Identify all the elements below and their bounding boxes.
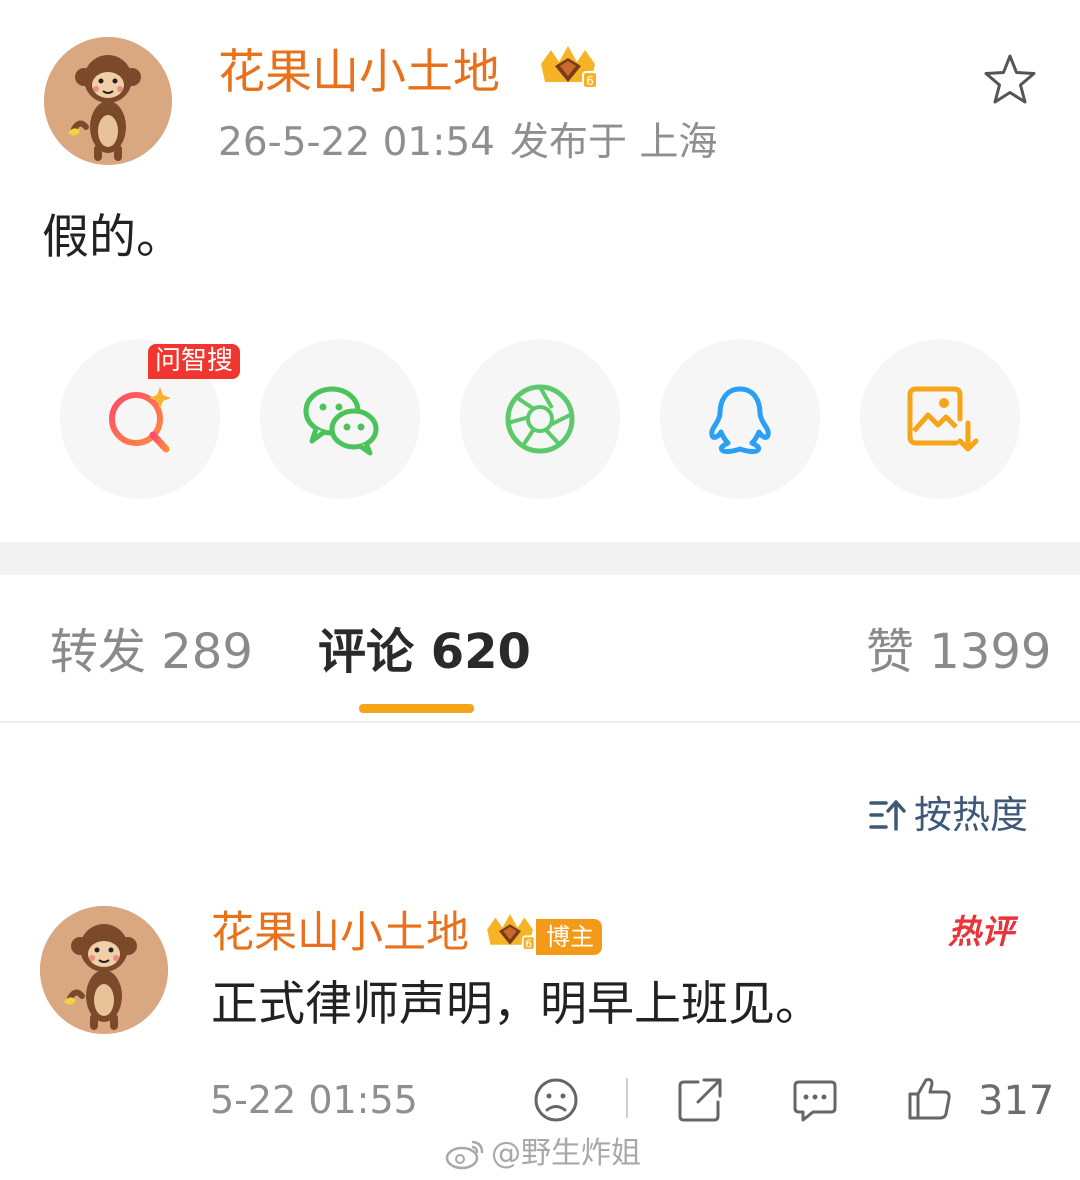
comment-time: 5-22 01:55 xyxy=(210,1078,418,1122)
monkey-avatar-icon xyxy=(44,37,172,165)
watermark: @野生炸姐 xyxy=(445,1138,641,1170)
sort-label: 按热度 xyxy=(914,793,1029,837)
active-tab-underline xyxy=(359,704,474,713)
sort-icon xyxy=(869,800,906,831)
action-separator xyxy=(626,1078,628,1118)
comment-author-avatar[interactable] xyxy=(40,906,168,1034)
monkey-avatar-icon xyxy=(40,906,168,1034)
ai-search-badge: 问智搜 xyxy=(148,344,241,379)
tab-comment[interactable]: 评论 620 xyxy=(318,628,531,676)
tabs-bottom-border xyxy=(0,721,1080,723)
post-location: 发布于 上海 xyxy=(510,120,718,165)
section-divider xyxy=(0,542,1080,575)
post-author-avatar[interactable] xyxy=(44,37,172,165)
comment-like-count: 317 xyxy=(978,1078,1055,1124)
favorite-star-icon[interactable] xyxy=(982,52,1038,108)
comment-author-name[interactable]: 花果山小土地 xyxy=(211,912,469,955)
tab-repost[interactable]: 转发 289 xyxy=(50,628,253,676)
share-save-image-button[interactable] xyxy=(860,339,1020,499)
vip-crown-icon: 6 xyxy=(482,910,538,954)
post-content: 假的。 xyxy=(42,210,183,265)
svg-text:6: 6 xyxy=(586,74,594,88)
post-time: 26-5-22 01:54 xyxy=(218,120,495,165)
wechat-icon xyxy=(303,386,379,456)
qq-icon xyxy=(709,386,771,455)
hot-comment-tag: 热评 xyxy=(948,912,1014,951)
share-qq-button[interactable] xyxy=(660,339,820,499)
reply-comment-icon[interactable] xyxy=(791,1076,839,1124)
save-image-icon xyxy=(907,386,979,452)
comment-content: 正式律师声明，明早上班见。 xyxy=(211,977,822,1032)
like-thumb-icon[interactable] xyxy=(906,1074,954,1122)
vip-crown-icon: 6 xyxy=(535,42,601,92)
watermark-text: @野生炸姐 xyxy=(491,1136,641,1171)
share-icon[interactable] xyxy=(676,1076,724,1124)
tab-like[interactable]: 赞 1399 xyxy=(866,628,1051,676)
share-wechat-button[interactable] xyxy=(260,339,420,499)
ai-search-icon xyxy=(109,387,171,453)
blogger-badge: 博主 xyxy=(536,919,602,955)
svg-text:6: 6 xyxy=(525,939,531,950)
moments-icon xyxy=(505,384,575,454)
weibo-logo-icon xyxy=(445,1140,484,1170)
share-moments-button[interactable] xyxy=(460,339,620,499)
dislike-face-icon[interactable] xyxy=(532,1076,580,1124)
sort-toggle[interactable]: 按热度 xyxy=(868,795,1028,835)
post-author-name[interactable]: 花果山小土地 xyxy=(218,49,500,96)
